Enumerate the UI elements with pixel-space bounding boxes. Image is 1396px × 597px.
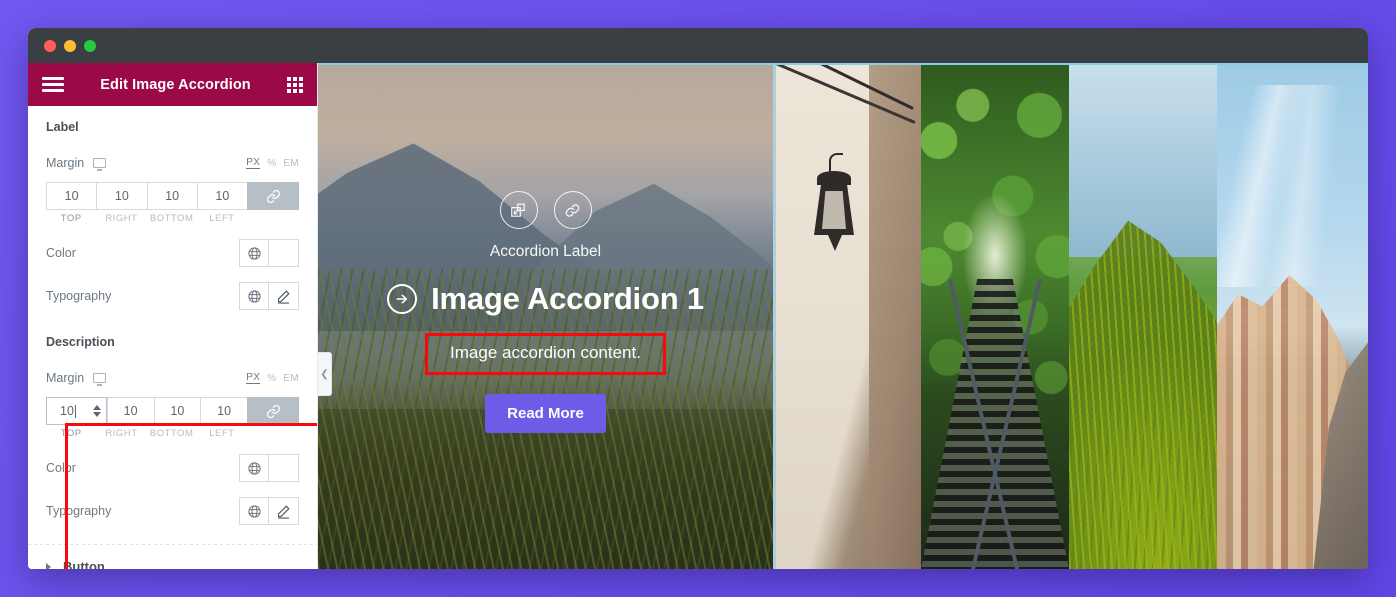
- arrow-right-circle-icon: [387, 284, 418, 314]
- unit-percent[interactable]: %: [267, 158, 276, 169]
- margin-right-input[interactable]: 10: [106, 397, 154, 425]
- sidebar-item-button[interactable]: Button: [28, 545, 317, 569]
- typography-row-description: Typography: [46, 496, 299, 526]
- color-controls-label: [239, 239, 299, 267]
- accordion-title-row: Image Accordion 1: [387, 281, 704, 317]
- accordion-label: Accordion Label: [489, 243, 602, 260]
- margin-top-input[interactable]: 10: [46, 397, 107, 425]
- pencil-icon[interactable]: [269, 497, 299, 525]
- section-title-description: Description: [46, 335, 115, 349]
- window-close-button[interactable]: [44, 39, 56, 52]
- color-label: Color: [46, 246, 76, 260]
- typography-label: Typography: [46, 504, 112, 518]
- margin-left-input[interactable]: 10: [196, 182, 247, 210]
- globe-icon[interactable]: [239, 497, 269, 525]
- side-right: RIGHT: [105, 428, 138, 439]
- side-right: RIGHT: [105, 213, 138, 224]
- side-bottom: BOTTOM: [149, 213, 194, 224]
- read-more-button[interactable]: Read More: [485, 394, 606, 433]
- workspace: Edit Image Accordion Label Margin PX % E…: [28, 63, 1368, 569]
- margin-left-input[interactable]: 10: [200, 397, 247, 425]
- section-description: Description Margin PX % EM 10 10 10 10 T…: [28, 317, 317, 532]
- unit-switcher-label: PX % EM: [246, 157, 299, 169]
- unit-switcher-description: PX % EM: [246, 372, 299, 384]
- panel-header: Edit Image Accordion: [28, 63, 317, 106]
- panel-body: Label Margin PX % EM 10 10 10 10 TOP RIG…: [28, 106, 317, 569]
- panel-5-image: [1217, 65, 1368, 569]
- accordion-panel-2[interactable]: [773, 65, 921, 569]
- side-top: TOP: [60, 213, 82, 224]
- link-values-toggle[interactable]: [247, 397, 299, 425]
- grid-icon[interactable]: [287, 76, 303, 93]
- margin-top-stepper[interactable]: [92, 405, 101, 417]
- margin-row-description: Margin PX % EM: [46, 363, 299, 393]
- margin-side-labels-label: TOP RIGHT BOTTOM LEFT: [46, 213, 299, 224]
- color-controls-description: [239, 454, 299, 482]
- link-icon[interactable]: [553, 191, 592, 229]
- window-minimize-button[interactable]: [64, 39, 76, 52]
- margin-bottom-input[interactable]: 10: [146, 182, 197, 210]
- pencil-icon[interactable]: [269, 282, 299, 310]
- unit-em[interactable]: EM: [283, 158, 299, 169]
- margin-top-input[interactable]: 10: [46, 182, 97, 210]
- panel-2-image: [773, 65, 921, 569]
- globe-icon[interactable]: [239, 454, 269, 482]
- window-maximize-button[interactable]: [84, 39, 96, 52]
- desktop-icon[interactable]: [93, 373, 107, 386]
- margin-top-value: 10: [60, 404, 74, 418]
- margin-side-labels-description: TOP RIGHT BOTTOM LEFT: [46, 428, 299, 439]
- unit-px[interactable]: PX: [246, 372, 261, 384]
- accordion-panel-1[interactable]: Accordion Label Image Accordion 1 Image …: [318, 65, 773, 569]
- margin-right-input[interactable]: 10: [96, 182, 147, 210]
- side-left: LEFT: [209, 428, 235, 439]
- color-row-description: Color: [46, 453, 299, 483]
- link-values-toggle[interactable]: [247, 182, 299, 210]
- color-row-label: Color: [46, 238, 299, 268]
- triangle-right-icon: [46, 562, 51, 569]
- accordion-panel-4[interactable]: [1069, 65, 1217, 569]
- margin-bottom-input[interactable]: 10: [153, 397, 201, 425]
- side-bottom: BOTTOM: [149, 428, 194, 439]
- section-label: Label Margin PX % EM 10 10 10 10 TOP RIG…: [28, 106, 317, 317]
- accordion-panel-5[interactable]: [1217, 65, 1368, 569]
- unit-px[interactable]: PX: [246, 157, 261, 169]
- unit-percent[interactable]: %: [267, 373, 276, 384]
- panel-4-image: [1069, 65, 1217, 569]
- browser-window: Edit Image Accordion Label Margin PX % E…: [28, 28, 1368, 569]
- hamburger-icon[interactable]: [42, 77, 64, 92]
- unit-em[interactable]: EM: [283, 373, 299, 384]
- window-titlebar: [28, 28, 1368, 63]
- overlay-icons: [499, 191, 592, 229]
- margin-fields-description: 10 10 10 10: [46, 397, 299, 425]
- desktop-icon[interactable]: [93, 158, 107, 171]
- margin-row-label: Margin PX % EM: [46, 148, 299, 178]
- accordion-description-highlight: Image accordion content.: [425, 333, 666, 375]
- globe-icon[interactable]: [239, 282, 269, 310]
- color-label: Color: [46, 461, 76, 475]
- sidebar-item-label: Button: [63, 559, 105, 569]
- accordion-description: Image accordion content.: [450, 343, 641, 362]
- typography-row-label: Typography: [46, 281, 299, 311]
- color-swatch[interactable]: [269, 239, 299, 267]
- page-title: Edit Image Accordion: [100, 76, 251, 93]
- section-title-label: Label: [46, 120, 79, 134]
- panel-collapse-handle[interactable]: ❮: [318, 352, 332, 396]
- typography-controls-description: [239, 497, 299, 525]
- expand-icon[interactable]: [499, 191, 538, 229]
- editor-panel: Edit Image Accordion Label Margin PX % E…: [28, 63, 318, 569]
- accordion-title: Image Accordion 1: [431, 281, 704, 316]
- typography-controls-label: [239, 282, 299, 310]
- typography-label: Typography: [46, 289, 112, 303]
- margin-fields-label: 10 10 10 10: [46, 182, 299, 210]
- side-left: LEFT: [209, 213, 235, 224]
- globe-icon[interactable]: [239, 239, 269, 267]
- accordion-panel-3[interactable]: [921, 65, 1069, 569]
- side-top: TOP: [60, 428, 82, 439]
- color-swatch[interactable]: [269, 454, 299, 482]
- accordion-preview: Accordion Label Image Accordion 1 Image …: [318, 63, 1368, 569]
- panel-3-image: [921, 65, 1069, 569]
- margin-label: Margin: [46, 156, 85, 170]
- margin-label: Margin: [46, 371, 85, 385]
- panel-1-content: Accordion Label Image Accordion 1 Image …: [318, 65, 773, 569]
